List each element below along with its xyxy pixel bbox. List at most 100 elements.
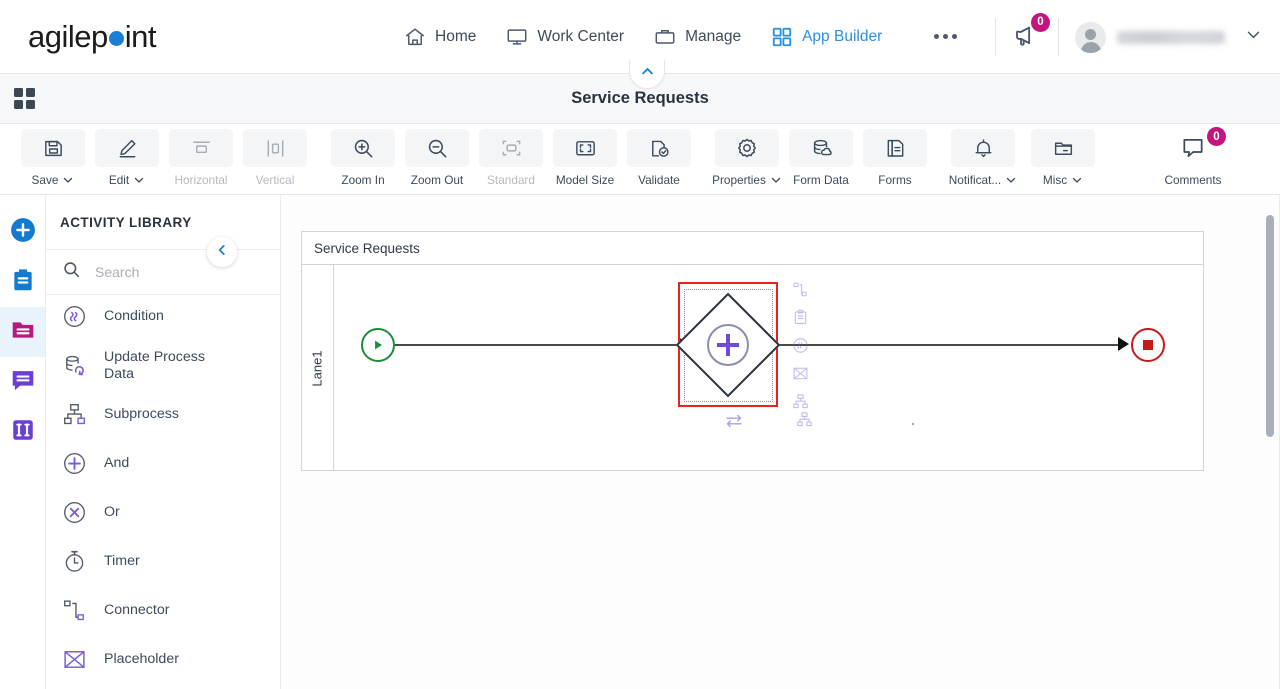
sequence-flow-2[interactable] — [777, 344, 1122, 346]
toolbar-misc[interactable]: Misc — [1026, 129, 1100, 187]
editor-toolbar: Save Edit Horizontal Vertical Zoom In Zo… — [0, 124, 1280, 195]
bell-icon — [951, 129, 1015, 167]
nav-label-app-builder: App Builder — [802, 27, 883, 45]
placeholder-quick-icon[interactable] — [792, 365, 809, 387]
activity-item-condition[interactable]: Condition — [46, 295, 280, 341]
avatar — [1075, 21, 1106, 53]
left-icon-rail — [0, 195, 46, 689]
toolbar-horizontal-label: Horizontal — [174, 173, 228, 187]
swap-quick-icon[interactable] — [724, 411, 744, 436]
home-icon — [404, 26, 426, 48]
chevron-down-icon[interactable] — [1245, 26, 1262, 48]
condition-quick-icon[interactable] — [792, 337, 809, 359]
subprocess-bottom-quick-icon[interactable] — [796, 411, 813, 433]
logo-text-1: agilep — [28, 18, 108, 54]
canvas-surface[interactable]: Service Requests Lane1 — [281, 195, 1280, 689]
toolbar-standard[interactable]: Standard — [474, 129, 548, 187]
toolbar-zoom-in[interactable]: Zoom In — [326, 129, 400, 187]
rail-clipboard-button[interactable] — [0, 257, 45, 307]
arrow-head-icon — [1118, 337, 1129, 351]
activity-label: Placeholder — [104, 651, 179, 667]
end-event-node[interactable] — [1131, 328, 1165, 362]
standard-size-icon — [479, 129, 543, 167]
task-quick-icon[interactable] — [792, 309, 809, 331]
nav-item-app-builder[interactable]: App Builder — [771, 26, 882, 48]
nav-item-home[interactable]: Home — [404, 26, 476, 48]
rail-add-button[interactable] — [0, 207, 45, 257]
connector-icon — [62, 598, 87, 623]
activity-label: And — [104, 455, 130, 471]
toolbar-forms-label: Forms — [878, 173, 912, 187]
nav-more-button[interactable] — [934, 34, 958, 39]
rail-chat-button[interactable] — [0, 357, 45, 407]
collapse-header-button[interactable] — [629, 60, 665, 89]
toolbar-notifications[interactable]: Notificat... — [940, 129, 1026, 187]
activity-library-panel: ACTIVITY LIBRARY Condition — [46, 195, 281, 689]
comments-badge: 0 — [1207, 127, 1226, 146]
activity-item-subprocess[interactable]: Subprocess — [46, 390, 280, 439]
process-canvas[interactable]: Service Requests Lane1 — [281, 195, 1280, 689]
gateway-node-selected[interactable] — [675, 282, 781, 407]
add-icon — [10, 217, 36, 248]
avatar-head — [1085, 28, 1096, 40]
nav-item-work-center[interactable]: Work Center — [506, 26, 624, 48]
activity-item-and[interactable]: And — [46, 439, 280, 488]
toolbar-validate-label: Validate — [638, 173, 680, 187]
chat-icon — [10, 367, 36, 398]
toolbar-properties[interactable]: Properties — [710, 129, 784, 187]
toolbar-properties-label: Properties — [712, 173, 782, 187]
update-process-data-icon — [62, 353, 87, 378]
apps-grid-icon[interactable] — [14, 88, 35, 109]
activity-item-or[interactable]: Or — [46, 488, 280, 537]
logo-dot-icon — [108, 30, 124, 46]
toolbar-comments[interactable]: 0 Comments — [1152, 127, 1234, 187]
nav-label-work-center: Work Center — [537, 27, 625, 45]
toolbar-horizontal[interactable]: Horizontal — [164, 129, 238, 187]
quick-actions-column — [792, 281, 809, 415]
toolbar-edit[interactable]: Edit — [90, 129, 164, 187]
user-menu[interactable] — [1075, 21, 1262, 53]
toolbar-forms[interactable]: Forms — [858, 129, 932, 187]
label-text: Misc — [1042, 173, 1068, 187]
nav-label-manage: Manage — [685, 27, 742, 45]
toolbar-form-data-label: Form Data — [793, 173, 849, 187]
lane-body[interactable] — [334, 265, 1205, 471]
toolbar-vertical[interactable]: Vertical — [238, 129, 312, 187]
start-event-node[interactable] — [361, 328, 395, 362]
gateway-inner-circle — [707, 323, 749, 366]
activity-item-update-process-data[interactable]: Update Process Data — [46, 341, 280, 390]
grid-cell — [26, 100, 35, 109]
nav-label-home: Home — [435, 27, 477, 45]
nav-item-manage[interactable]: Manage — [654, 26, 741, 48]
rail-folder-button[interactable] — [0, 307, 45, 357]
or-gateway-icon — [62, 500, 87, 525]
folder-icon — [1031, 129, 1095, 167]
canvas-vertical-scrollbar[interactable] — [1266, 215, 1274, 437]
toolbar-form-data[interactable]: Form Data — [784, 129, 858, 187]
collapse-panel-button[interactable] — [207, 237, 237, 267]
toolbar-save[interactable]: Save — [16, 129, 90, 187]
validate-icon — [627, 129, 691, 167]
activity-item-timer[interactable]: Timer — [46, 537, 280, 586]
agilepoint-logo[interactable]: agilep int — [28, 18, 157, 55]
label-text: Edit — [108, 173, 130, 187]
announcements-button[interactable]: 0 — [1012, 12, 1050, 55]
activity-item-connector[interactable]: Connector — [46, 586, 280, 635]
connector-quick-icon[interactable] — [792, 281, 809, 303]
toolbar-zoom-out[interactable]: Zoom Out — [400, 129, 474, 187]
divider — [1058, 18, 1059, 56]
rail-columns-button[interactable] — [0, 407, 45, 457]
main-navigation: Home Work Center Manage App Builder — [404, 26, 958, 48]
toolbar-notifications-label: Notificat... — [949, 173, 1017, 187]
pool-service-requests[interactable]: Service Requests Lane1 — [301, 231, 1204, 471]
toolbar-validate[interactable]: Validate — [622, 129, 696, 187]
monitor-icon — [506, 26, 528, 48]
lane-label-text: Lane1 — [310, 349, 325, 387]
activity-label: Connector — [104, 602, 170, 618]
placeholder-icon — [62, 647, 87, 672]
sequence-flow-1[interactable] — [395, 344, 685, 346]
activity-item-placeholder[interactable]: Placeholder — [46, 635, 280, 684]
toolbar-model-size[interactable]: Model Size — [548, 129, 622, 187]
columns-icon — [10, 417, 36, 448]
toolbar-edit-label: Edit — [109, 173, 145, 187]
